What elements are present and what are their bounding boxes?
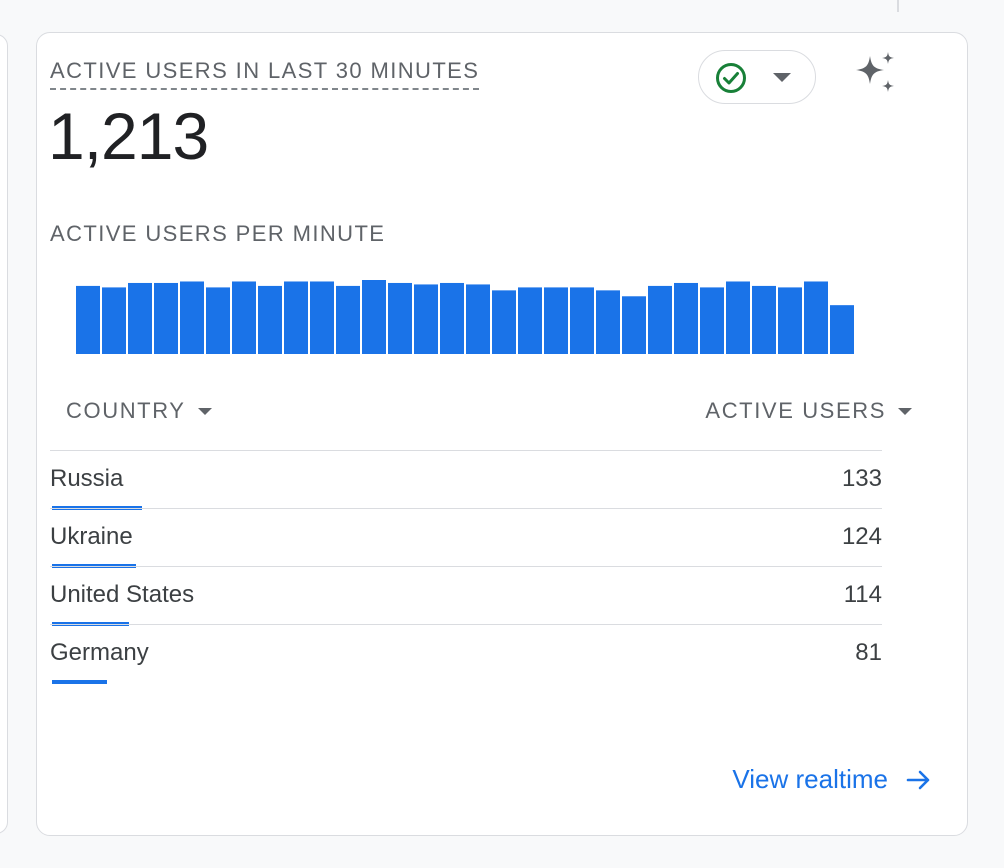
chart-bar[interactable]: [362, 280, 386, 354]
chart-bar[interactable]: [622, 296, 646, 354]
active-users-header-label: ACTIVE USERS: [705, 398, 886, 423]
chart-bar[interactable]: [206, 287, 230, 354]
chart-bar[interactable]: [284, 281, 308, 354]
table-row[interactable]: Russia 133: [50, 450, 882, 510]
chart-bar[interactable]: [414, 284, 438, 354]
sparkle-icon[interactable]: [850, 50, 898, 98]
chart-bar[interactable]: [778, 287, 802, 354]
chart-title: ACTIVE USERS PER MINUTE: [50, 221, 386, 246]
table-row[interactable]: Germany 81: [50, 624, 882, 684]
chart-bar[interactable]: [752, 285, 776, 354]
chart-bar[interactable]: [700, 287, 724, 354]
chart-bar[interactable]: [102, 287, 126, 354]
table-row[interactable]: United States 114: [50, 566, 882, 626]
chart-bar[interactable]: [726, 281, 750, 354]
top-divider: [897, 0, 899, 12]
country-column-header[interactable]: COUNTRY: [66, 398, 212, 424]
chart-bar[interactable]: [258, 285, 282, 354]
country-name: Germany: [50, 639, 149, 666]
active-users-count: 124: [841, 523, 882, 550]
view-realtime-link[interactable]: View realtime: [732, 764, 932, 795]
chart-bar[interactable]: [232, 281, 256, 354]
chart-bar[interactable]: [154, 282, 178, 354]
active-users-per-minute-chart: [76, 280, 854, 354]
chevron-down-icon: [773, 73, 791, 82]
chart-bar[interactable]: [76, 285, 100, 354]
chart-bar[interactable]: [310, 281, 334, 354]
caret-down-icon: [197, 407, 212, 415]
country-header-label: COUNTRY: [66, 398, 186, 423]
chart-bar[interactable]: [492, 290, 516, 354]
country-name: Ukraine: [50, 523, 133, 550]
adjacent-card-edge: [0, 34, 8, 834]
chart-bar[interactable]: [570, 287, 594, 354]
active-users-column-header[interactable]: ACTIVE USERS: [705, 398, 912, 424]
table-row[interactable]: Ukraine 124: [50, 508, 882, 568]
caret-down-icon: [898, 407, 912, 415]
chart-bar[interactable]: [804, 281, 828, 354]
chart-bar[interactable]: [830, 305, 854, 354]
chart-bar[interactable]: [596, 290, 620, 354]
chart-bar[interactable]: [648, 285, 672, 354]
chart-bar[interactable]: [466, 284, 490, 354]
arrow-right-icon: [906, 770, 930, 789]
active-users-count: 133: [841, 465, 882, 492]
view-realtime-label: View realtime: [732, 764, 888, 794]
check-circle-icon: [716, 63, 746, 93]
chart-bar[interactable]: [518, 287, 542, 354]
chart-bar[interactable]: [674, 282, 698, 354]
chart-bar[interactable]: [336, 285, 360, 354]
status-dropdown-button[interactable]: [698, 50, 816, 104]
chart-bar[interactable]: [128, 282, 152, 354]
country-name: United States: [50, 581, 195, 608]
chart-bar[interactable]: [440, 282, 464, 354]
chart-bar[interactable]: [180, 281, 204, 354]
active-users-count: 114: [843, 581, 882, 608]
country-name: Russia: [50, 465, 124, 492]
card-title[interactable]: ACTIVE USERS IN LAST 30 MINUTES: [50, 58, 480, 90]
chart-bar[interactable]: [388, 282, 412, 354]
active-users-count: 81: [855, 639, 882, 666]
chart-bar[interactable]: [544, 287, 568, 354]
country-table: Russia 133 Ukraine 124 United States 114…: [50, 450, 882, 684]
active-users-value: 1,213: [48, 99, 209, 173]
share-bar: [52, 680, 107, 684]
